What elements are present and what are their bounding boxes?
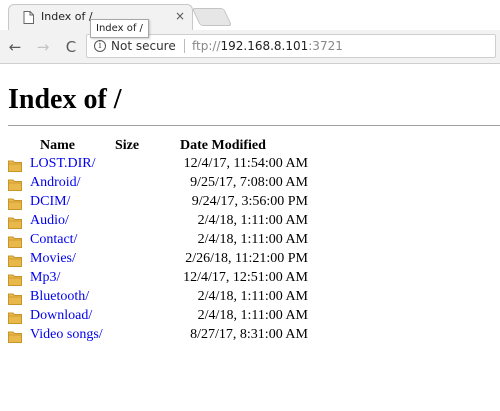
browser-toolbar: ← → C i Not secure ftp://192.168.8.101:3… [0, 30, 500, 64]
date-modified: 2/4/18, 1:11:00 AM [197, 232, 308, 247]
url-scheme: ftp:// [192, 39, 221, 53]
date-modified: 2/4/18, 1:11:00 AM [197, 308, 308, 323]
tab-title: Index of / [41, 10, 93, 23]
directory-link[interactable]: DCIM/ [30, 194, 70, 210]
date-modified: 2/4/18, 1:11:00 AM [197, 213, 308, 228]
folder-icon [8, 160, 22, 172]
table-row: Mp3/12/4/17, 12:51:00 AM [0, 270, 500, 289]
document-icon [23, 11, 34, 24]
folder-icon [8, 293, 22, 305]
table-row: Contact/2/4/18, 1:11:00 AM [0, 232, 500, 251]
directory-link[interactable]: Video songs/ [30, 327, 103, 343]
close-icon[interactable]: × [175, 9, 185, 23]
back-arrow-icon[interactable]: ← [6, 38, 24, 56]
folder-icon [8, 179, 22, 191]
folder-icon [8, 236, 22, 248]
table-row: Android/9/25/17, 7:08:00 AM [0, 175, 500, 194]
forward-arrow-icon[interactable]: → [34, 38, 52, 56]
date-modified: 9/24/17, 3:56:00 PM [191, 194, 308, 209]
directory-link[interactable]: Bluetooth/ [30, 289, 89, 305]
column-header-name[interactable]: Name [40, 138, 75, 154]
url-text[interactable]: ftp://192.168.8.101:3721 [192, 39, 343, 53]
header-divider [8, 125, 500, 126]
table-row: DCIM/9/24/17, 3:56:00 PM [0, 194, 500, 213]
table-row: Audio/2/4/18, 1:11:00 AM [0, 213, 500, 232]
table-row: Download/2/4/18, 1:11:00 AM [0, 308, 500, 327]
new-tab-button[interactable] [191, 8, 233, 26]
date-modified: 2/4/18, 1:11:00 AM [197, 289, 308, 304]
url-port: :3721 [308, 39, 343, 53]
folder-icon [8, 255, 22, 267]
directory-link[interactable]: Movies/ [30, 251, 76, 267]
security-label[interactable]: Not secure [111, 39, 176, 53]
date-modified: 9/25/17, 7:08:00 AM [190, 175, 308, 190]
directory-link[interactable]: Mp3/ [30, 270, 60, 286]
address-separator [184, 39, 185, 53]
directory-link[interactable]: LOST.DIR/ [30, 156, 95, 172]
folder-icon [8, 217, 22, 229]
directory-link[interactable]: Contact/ [30, 232, 77, 248]
url-host: 192.168.8.101 [220, 39, 309, 53]
table-row: LOST.DIR/12/4/17, 11:54:00 AM [0, 156, 500, 175]
folder-icon [8, 312, 22, 324]
page-title: Index of / [8, 84, 122, 115]
folder-icon [8, 274, 22, 286]
page-content: Index of / Name Size Date Modified LOST.… [0, 64, 500, 411]
column-header-date[interactable]: Date Modified [180, 138, 266, 154]
table-row: Movies/2/26/18, 11:21:00 PM [0, 251, 500, 270]
tab-tooltip: Index of / [90, 19, 149, 38]
directory-link[interactable]: Audio/ [30, 213, 69, 229]
folder-icon [8, 198, 22, 210]
table-row: Video songs/8/27/17, 8:31:00 AM [0, 327, 500, 346]
directory-link[interactable]: Android/ [30, 175, 81, 191]
folder-icon [8, 331, 22, 343]
reload-icon[interactable]: C [62, 38, 80, 56]
directory-link[interactable]: Download/ [30, 308, 92, 324]
info-icon[interactable]: i [94, 40, 106, 52]
date-modified: 8/27/17, 8:31:00 AM [190, 327, 308, 342]
tab-strip: Index of / × Index of / [0, 0, 500, 38]
date-modified: 12/4/17, 12:51:00 AM [183, 270, 308, 285]
date-modified: 2/26/18, 11:21:00 PM [185, 251, 308, 266]
table-row: Bluetooth/2/4/18, 1:11:00 AM [0, 289, 500, 308]
column-header-size[interactable]: Size [115, 138, 139, 154]
date-modified: 12/4/17, 11:54:00 AM [183, 156, 308, 171]
